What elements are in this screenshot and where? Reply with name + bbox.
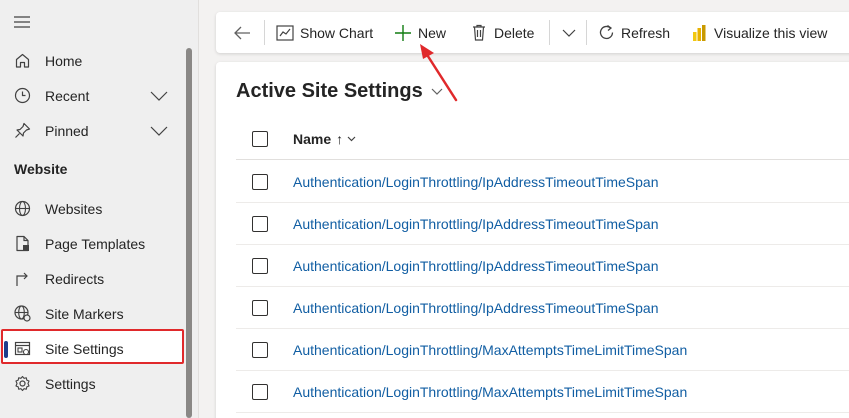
row-checkbox[interactable] [252,174,268,190]
chart-icon [276,24,294,42]
trash-icon [470,24,488,42]
record-link[interactable]: Authentication/LoginThrottling/MaxAttemp… [293,342,687,358]
back-button[interactable] [233,12,251,53]
record-link[interactable]: Authentication/LoginThrottling/IpAddress… [293,216,659,232]
delete-button[interactable]: Delete [470,12,534,53]
selected-indicator [4,341,8,358]
sidebar-item-page-templates[interactable]: Page Templates [0,226,185,261]
more-commands-chevron[interactable] [560,12,578,53]
visualize-view-button[interactable]: Visualize this view [690,12,827,53]
table-row[interactable]: Authentication/LoginThrottling/MaxAttemp… [236,371,849,413]
sidebar-item-label: Settings [45,375,96,392]
table-row[interactable]: Authentication/LoginThrottling/IpAddress… [236,203,849,245]
record-link[interactable]: Authentication/LoginThrottling/IpAddress… [293,258,659,274]
row-checkbox[interactable] [252,300,268,316]
record-link[interactable]: Authentication/LoginThrottling/MaxAttemp… [293,384,687,400]
row-checkbox[interactable] [252,342,268,358]
sidebar-item-recent[interactable]: Recent [0,78,185,113]
sidebar-item-site-markers[interactable]: Site Markers [0,296,185,331]
sort-arrow-icon: ↑ [336,131,344,147]
sidebar-item-home[interactable]: Home [0,43,185,78]
chevron-down-icon[interactable] [150,90,168,102]
grid-panel: Active Site Settings Name ↑ Authenticati… [216,62,849,418]
sidebar-item-site-settings[interactable]: Site Settings [0,331,185,366]
refresh-icon [597,24,615,42]
redirect-icon [13,270,31,288]
chevron-down-icon [347,136,356,142]
table-row[interactable]: Authentication/LoginThrottling/IpAddress… [236,287,849,329]
sidebar-item-label: Websites [45,200,103,217]
sidebar: Home Recent Pinned Website Websites Page… [0,0,199,418]
sidebar-item-pinned[interactable]: Pinned [0,113,185,148]
globe-icon [13,200,31,218]
plus-icon [394,24,412,42]
sidebar-item-redirects[interactable]: Redirects [0,261,185,296]
back-arrow-icon [233,24,251,42]
sidebar-section-header: Website [14,161,68,177]
sidebar-item-label: Home [45,52,83,69]
chevron-down-icon [560,24,578,42]
command-bar: Show Chart New Delete Refresh Visualize … [216,12,849,53]
toolbar-separator [586,20,587,45]
grid-header: Name ↑ [236,119,849,160]
row-checkbox[interactable] [252,384,268,400]
toolbar-separator [264,20,265,45]
sidebar-item-label: Site Settings [45,340,124,357]
sidebar-item-websites[interactable]: Websites [0,191,185,226]
column-header-name[interactable]: Name ↑ [293,131,356,147]
table-row[interactable]: Authentication/LoginThrottling/MaxAttemp… [236,329,849,371]
clock-icon [13,87,31,105]
home-icon [13,52,31,70]
table-row[interactable]: Authentication/LoginThrottling/IpAddress… [236,245,849,287]
record-link[interactable]: Authentication/LoginThrottling/IpAddress… [293,300,659,316]
select-all-checkbox[interactable] [252,131,268,147]
sidebar-scrollbar[interactable] [186,48,192,418]
sidebar-item-label: Redirects [45,270,105,287]
row-checkbox[interactable] [252,216,268,232]
sidebar-item-label: Recent [45,87,90,104]
refresh-button[interactable]: Refresh [597,12,670,53]
pin-icon [13,122,31,140]
page-template-icon [13,235,31,253]
sidebar-item-label: Site Markers [45,305,124,322]
table-row[interactable]: Authentication/LoginThrottling/IpAddress… [236,161,849,203]
annotation-arrow [420,44,458,102]
gear-icon [13,375,31,393]
site-settings-icon [13,340,31,358]
power-bi-icon [690,24,708,42]
page-title: Active Site Settings [236,80,423,102]
toolbar-separator [549,20,550,45]
hamburger-menu-icon[interactable] [13,13,31,31]
sidebar-item-settings[interactable]: Settings [0,366,185,401]
site-marker-icon [13,305,31,323]
chevron-down-icon[interactable] [150,125,168,137]
sidebar-item-label: Pinned [45,122,89,139]
record-link[interactable]: Authentication/LoginThrottling/IpAddress… [293,174,659,190]
row-checkbox[interactable] [252,258,268,274]
sidebar-item-label: Page Templates [45,235,146,252]
show-chart-button[interactable]: Show Chart [276,12,373,53]
